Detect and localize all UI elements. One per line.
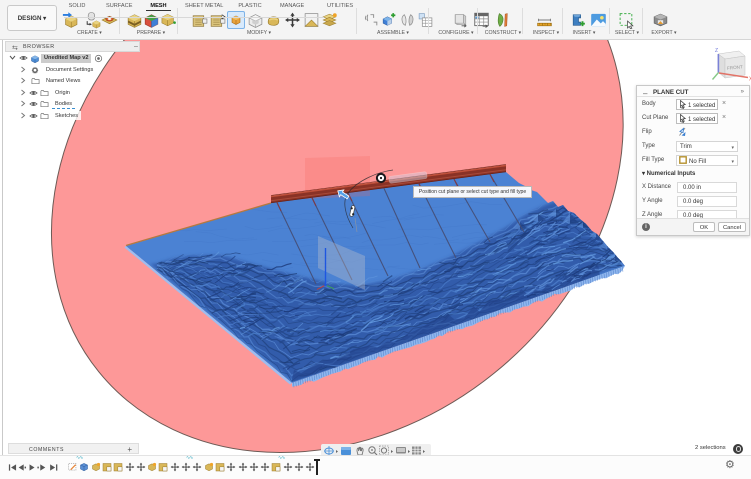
svg-text:Z: Z — [715, 48, 718, 54]
